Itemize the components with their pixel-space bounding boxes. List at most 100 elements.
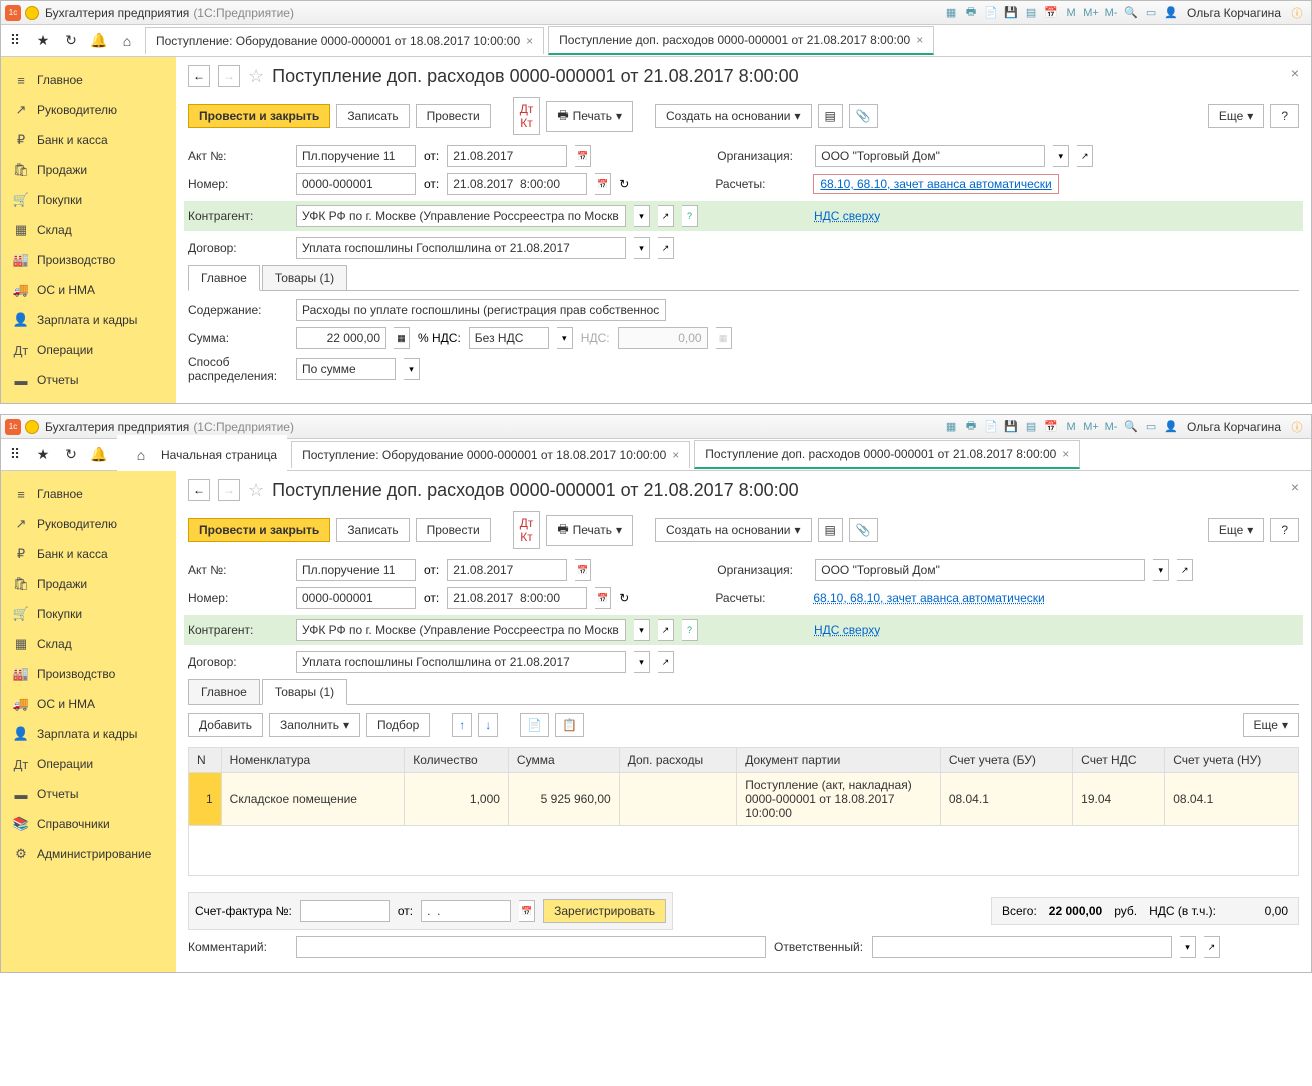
post-button[interactable]: Провести — [416, 104, 491, 128]
favorite-icon[interactable]: ☆ — [248, 66, 264, 87]
vat-link[interactable]: НДС сверху — [814, 623, 880, 637]
tab-main[interactable]: Главное — [188, 265, 260, 291]
sum-input[interactable] — [296, 327, 386, 349]
save-button[interactable]: Записать — [336, 104, 409, 128]
zoom-icon[interactable]: 🔍 — [1123, 5, 1139, 21]
windows-icon[interactable]: ▭ — [1143, 419, 1159, 435]
print-button[interactable]: 🖶 Печать ▾ — [546, 101, 633, 132]
info-icon[interactable]: ⓘ — [1289, 5, 1305, 21]
register-button[interactable]: Зарегистрировать — [543, 899, 666, 923]
move-down-button[interactable]: ↓ — [478, 713, 498, 737]
help-icon[interactable]: ? — [682, 205, 698, 227]
refresh-icon[interactable]: ↻ — [619, 177, 629, 191]
sidebar-item-hr[interactable]: 👤Зарплата и кадры — [1, 305, 176, 335]
attachment-button[interactable]: 📎 — [849, 518, 878, 542]
dropdown-icon[interactable]: ▾ — [634, 237, 650, 259]
move-up-button[interactable]: ↑ — [452, 713, 472, 737]
col-bu[interactable]: Счет учета (БУ) — [940, 748, 1072, 773]
dropdown-icon[interactable]: ▾ — [404, 358, 420, 380]
bell-icon[interactable]: 🔔 — [85, 441, 113, 469]
sidebar-item-assets[interactable]: 🚚ОС и НМА — [1, 275, 176, 305]
calendar-icon[interactable]: 📅 — [575, 559, 591, 581]
bell-icon[interactable]: 🔔 — [85, 27, 113, 55]
apps-icon[interactable]: ⠿ — [1, 27, 29, 55]
user-name[interactable]: Ольга Корчагина — [1187, 420, 1281, 434]
forward-button[interactable]: → — [218, 65, 240, 87]
num-date-input[interactable] — [447, 173, 587, 195]
memory-mplus-icon[interactable]: M+ — [1083, 419, 1099, 435]
sidebar-item-purchases[interactable]: 🛒Покупки — [1, 185, 176, 215]
dropdown-icon[interactable]: ▾ — [1153, 559, 1169, 581]
close-icon[interactable]: × — [672, 448, 679, 462]
comment-input[interactable] — [296, 936, 766, 958]
save-icon[interactable]: 💾 — [1003, 5, 1019, 21]
act-date-input[interactable] — [447, 145, 567, 167]
sidebar-item-assets[interactable]: 🚚ОС и НМА — [1, 689, 176, 719]
print-icon[interactable]: 🖶 — [963, 5, 979, 21]
sidebar-item-purchases[interactable]: 🛒Покупки — [1, 599, 176, 629]
post-and-close-button[interactable]: Провести и закрыть — [188, 104, 330, 128]
save-icon[interactable]: 💾 — [1003, 419, 1019, 435]
tab-receipt-equipment[interactable]: Поступление: Оборудование 0000-000001 от… — [145, 27, 544, 54]
sidebar-item-production[interactable]: 🏭Производство — [1, 659, 176, 689]
create-based-button[interactable]: Создать на основании ▾ — [655, 104, 812, 128]
structure-button[interactable]: ▤ — [818, 104, 843, 128]
help-icon[interactable]: ? — [682, 619, 698, 641]
close-icon[interactable]: × — [916, 33, 923, 47]
contract-input[interactable] — [296, 237, 626, 259]
num-input[interactable] — [296, 587, 416, 609]
more-button[interactable]: Еще ▾ — [1208, 104, 1264, 128]
col-sum[interactable]: Сумма — [508, 748, 619, 773]
memory-mminus-icon[interactable]: M- — [1103, 419, 1119, 435]
help-button[interactable]: ? — [1270, 518, 1299, 542]
calendar-icon[interactable]: 📅 — [595, 587, 611, 609]
content-input[interactable] — [296, 299, 666, 321]
sidebar-item-manager[interactable]: ↗Руководителю — [1, 509, 176, 539]
more-button[interactable]: Еще ▾ — [1243, 713, 1299, 737]
create-based-button[interactable]: Создать на основании ▾ — [655, 518, 812, 542]
memory-mplus-icon[interactable]: M+ — [1083, 5, 1099, 21]
contragent-input[interactable] — [296, 619, 626, 641]
sidebar-item-operations[interactable]: ДтОперации — [1, 749, 176, 779]
structure-button[interactable]: ▤ — [818, 518, 843, 542]
close-icon[interactable]: × — [526, 34, 533, 48]
tab-receipt-expenses[interactable]: Поступление доп. расходов 0000-000001 от… — [694, 440, 1080, 469]
sidebar-item-reports[interactable]: ▬Отчеты — [1, 779, 176, 809]
sidebar-item-admin[interactable]: ⚙Администрирование — [1, 839, 176, 869]
dropdown-icon[interactable]: ▾ — [634, 205, 650, 227]
contract-input[interactable] — [296, 651, 626, 673]
favorite-icon[interactable]: ☆ — [248, 480, 264, 501]
back-button[interactable]: ← — [188, 479, 210, 501]
open-icon[interactable]: ↗ — [1077, 145, 1093, 167]
act-date-input[interactable] — [447, 559, 567, 581]
close-page-button[interactable]: × — [1291, 479, 1299, 495]
method-input[interactable] — [296, 358, 396, 380]
dropdown-icon[interactable] — [25, 420, 39, 434]
calc-icon[interactable]: ▤ — [1023, 419, 1039, 435]
table-row[interactable]: 1 Складское помещение 1,000 5 925 960,00… — [189, 773, 1299, 826]
help-button[interactable]: ? — [1270, 104, 1299, 128]
invoice-num-input[interactable] — [300, 900, 390, 922]
sidebar-item-bank[interactable]: ₽Банк и касса — [1, 539, 176, 569]
col-n[interactable]: N — [189, 748, 222, 773]
tab-main[interactable]: Главное — [188, 679, 260, 704]
save-button[interactable]: Записать — [336, 518, 409, 542]
num-date-input[interactable] — [447, 587, 587, 609]
col-extra[interactable]: Доп. расходы — [619, 748, 737, 773]
memory-mminus-icon[interactable]: M- — [1103, 5, 1119, 21]
dtkt-button[interactable]: ДтКт — [513, 97, 541, 135]
calendar-icon[interactable]: 📅 — [519, 900, 535, 922]
apps-icon[interactable]: ⠿ — [1, 441, 29, 469]
col-qty[interactable]: Количество — [405, 748, 509, 773]
windows-icon[interactable]: ▭ — [1143, 5, 1159, 21]
sidebar-item-manager[interactable]: ↗Руководителю — [1, 95, 176, 125]
open-icon[interactable]: ↗ — [1204, 936, 1220, 958]
sidebar-item-bank[interactable]: ₽Банк и касса — [1, 125, 176, 155]
invoice-date-input[interactable] — [421, 900, 511, 922]
open-icon[interactable]: ↗ — [658, 237, 674, 259]
org-input[interactable] — [815, 559, 1145, 581]
user-name[interactable]: Ольга Корчагина — [1187, 6, 1281, 20]
num-input[interactable] — [296, 173, 416, 195]
star-icon[interactable]: ★ — [29, 27, 57, 55]
add-button[interactable]: Добавить — [188, 713, 263, 737]
